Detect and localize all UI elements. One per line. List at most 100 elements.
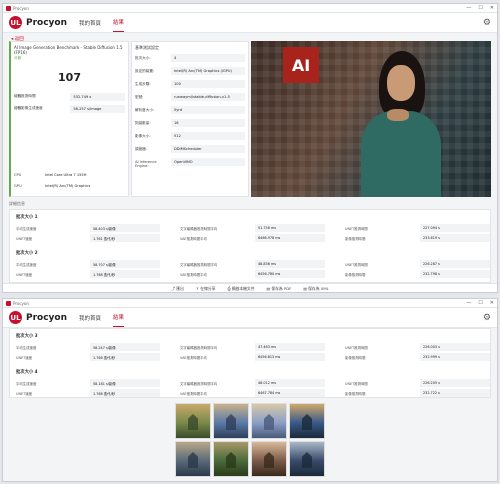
tab-home[interactable]: 我的首頁 bbox=[79, 309, 101, 327]
batch-metric-value: 1.761 迭代/秒 bbox=[90, 234, 160, 242]
batch-metric-label: UNET推測時間 bbox=[345, 263, 368, 267]
close-button[interactable]: ✕ bbox=[490, 5, 494, 11]
title-bar: Procyon — ☐ ✕ bbox=[3, 4, 497, 13]
portrait-figure bbox=[361, 51, 441, 197]
settings-label: 批次大小: bbox=[135, 56, 151, 60]
score-value: 107 bbox=[58, 71, 81, 84]
batch-metric-value: 58.181 s/影像 bbox=[90, 379, 160, 387]
action-button[interactable]: ▤ 保存為 XML bbox=[303, 286, 328, 292]
batch-metric-value: 226.205 s bbox=[420, 379, 490, 387]
maximize-button[interactable]: ☐ bbox=[478, 300, 482, 306]
top-nav: UL Procyon 我的首頁 結果 ⚙ bbox=[3, 13, 497, 33]
details-title: 詳細信息 bbox=[9, 201, 25, 206]
batch-metric-label: UNET速度 bbox=[16, 273, 33, 277]
batch-metric-label: VAE推測時間平均 bbox=[180, 392, 207, 396]
settings-value: DDIMScheduler bbox=[171, 145, 245, 153]
batch-metric-value: 226.003 s bbox=[420, 343, 490, 351]
settings-label: 詞彙數量: bbox=[135, 121, 151, 125]
generated-image-thumbnail[interactable] bbox=[175, 441, 211, 477]
metric-row: 總體推測時間 532.749 s bbox=[11, 92, 128, 101]
batch-metric-value: 51.758 ms bbox=[255, 224, 325, 232]
close-button[interactable]: ✕ bbox=[490, 300, 494, 306]
gear-icon[interactable]: ⚙ bbox=[483, 18, 491, 28]
metric-value: 58.257 s/image bbox=[70, 104, 125, 113]
settings-label: 設定的裝置: bbox=[135, 69, 155, 73]
batch-metric-value: 233.619 s bbox=[420, 234, 490, 242]
batch-metric-label: UNET速度 bbox=[16, 392, 33, 396]
batch-metric-value: 226.287 s bbox=[420, 260, 490, 268]
batch-title: 批次大小 4 bbox=[16, 370, 38, 375]
generated-image-thumbnail[interactable] bbox=[289, 441, 325, 477]
batch-metric-label: UNET速度 bbox=[16, 237, 33, 241]
settings-value: 16 bbox=[171, 119, 245, 127]
action-button[interactable]: ⎙ 開啟本機文件 bbox=[227, 286, 254, 292]
settings-label: 調度器: bbox=[135, 147, 147, 151]
action-icon: ⇪ bbox=[195, 285, 200, 291]
benchmark-title: AI Image Generation Benchmark - Stable D… bbox=[14, 45, 123, 55]
generated-image-thumbnail[interactable] bbox=[213, 403, 249, 439]
batch-metric-label: UNET推測時間 bbox=[345, 346, 368, 350]
minimize-button[interactable]: — bbox=[466, 5, 471, 11]
settings-value: OpenVINO bbox=[171, 158, 245, 166]
action-icon: ⎙ bbox=[227, 285, 231, 291]
metric-label: 總體影像生成速度 bbox=[14, 106, 43, 110]
batch-metric-label: 影像推測時間 bbox=[345, 273, 366, 277]
batch-metric-label: 影像推測時間 bbox=[345, 356, 366, 360]
metric-value: 532.749 s bbox=[70, 92, 125, 101]
batch-metric-label: 影像推測時間 bbox=[345, 237, 366, 241]
batch-metric-value: 58.403 s/影像 bbox=[90, 224, 160, 232]
batch-metric-label: 文字編碼器推測時間平均 bbox=[180, 382, 218, 386]
batch-metric-label: VAE推測時間平均 bbox=[180, 356, 207, 360]
brand-name: Procyon bbox=[26, 312, 68, 323]
generated-image-thumbnail[interactable] bbox=[289, 403, 325, 439]
brand-name: Procyon bbox=[26, 17, 68, 28]
window-title: Procyon bbox=[13, 300, 29, 306]
batch-metric-value: 1.768 迭代/秒 bbox=[90, 270, 160, 278]
action-label: 在線分享 bbox=[200, 285, 216, 291]
app-icon bbox=[6, 300, 11, 306]
tab-results[interactable]: 結果 bbox=[113, 13, 125, 32]
title-bar: Procyon — ☐ ✕ bbox=[3, 299, 497, 308]
generated-image-thumbnail[interactable] bbox=[175, 403, 211, 439]
settings-label: AI Inference Engine: bbox=[135, 160, 157, 168]
batch-metric-value: 6456.813 ms bbox=[255, 353, 325, 361]
generated-image-thumbnail[interactable] bbox=[251, 403, 287, 439]
summary-card: AI Image Generation Benchmark - Stable D… bbox=[9, 41, 129, 197]
batch-metric-value: 232.999 s bbox=[420, 353, 490, 361]
generated-image-thumbnail[interactable] bbox=[213, 441, 249, 477]
action-label: 保存為 PDF bbox=[271, 285, 292, 291]
settings-value: 4 bbox=[171, 54, 245, 62]
action-button[interactable]: ▤ 保存為 PDF bbox=[267, 286, 292, 292]
batch-metric-value: 48.836 ms bbox=[255, 260, 325, 268]
gear-icon[interactable]: ⚙ bbox=[483, 313, 491, 323]
settings-value: 5yrd bbox=[171, 106, 245, 114]
batch-metric-label: 影像推測時間 bbox=[345, 392, 366, 396]
batch-metric-value: 227.094 s bbox=[420, 224, 490, 232]
tab-results[interactable]: 結果 bbox=[113, 308, 125, 327]
procyon-window-bottom: Procyon — ☐ ✕ UL Procyon 我的首頁 結果 ⚙ 批次大小 … bbox=[2, 298, 498, 482]
system-label: CPU bbox=[14, 172, 22, 177]
maximize-button[interactable]: ☐ bbox=[478, 5, 482, 11]
action-button[interactable]: ⤴ 匯出 bbox=[171, 286, 184, 292]
batch-metric-label: 平均生成速度 bbox=[16, 263, 37, 267]
system-label: GPU bbox=[14, 183, 22, 188]
action-button[interactable]: ⇪ 在線分享 bbox=[196, 286, 216, 292]
batch-metric-label: 平均生成速度 bbox=[16, 382, 37, 386]
ai-logo-tile: AI bbox=[283, 47, 319, 83]
batch-metric-value: 1.768 迭代/秒 bbox=[90, 389, 160, 397]
app-icon bbox=[6, 5, 11, 11]
window-title: Procyon bbox=[13, 5, 29, 11]
details-card: 批次大小 1 平均生成速度 58.403 s/影像 文字編碼器推測時間平均 51.758… bbox=[9, 209, 491, 283]
procyon-window-top: Procyon — ☐ ✕ UL Procyon 我的首頁 結果 ⚙ ◂ 返回 … bbox=[2, 3, 498, 293]
batch-metric-label: VAE推測時間平均 bbox=[180, 273, 207, 277]
settings-value: 100 bbox=[171, 80, 245, 88]
minimize-button[interactable]: — bbox=[466, 300, 471, 306]
settings-list: 批次大小: 4 設定的裝置: Intel(R) Arc(TM) Graphics (i… bbox=[135, 54, 245, 168]
settings-value: Intel(R) Arc(TM) Graphics (iGPU) bbox=[171, 67, 245, 75]
batch-metric-value: 6456.780 ms bbox=[255, 270, 325, 278]
batch-metric-label: 文字編碼器推測時間平均 bbox=[180, 227, 218, 231]
batch-title: 批次大小 1 bbox=[16, 215, 38, 220]
settings-label: 型號: bbox=[135, 95, 144, 99]
generated-image-thumbnail[interactable] bbox=[251, 441, 287, 477]
tab-home[interactable]: 我的首頁 bbox=[79, 14, 101, 32]
